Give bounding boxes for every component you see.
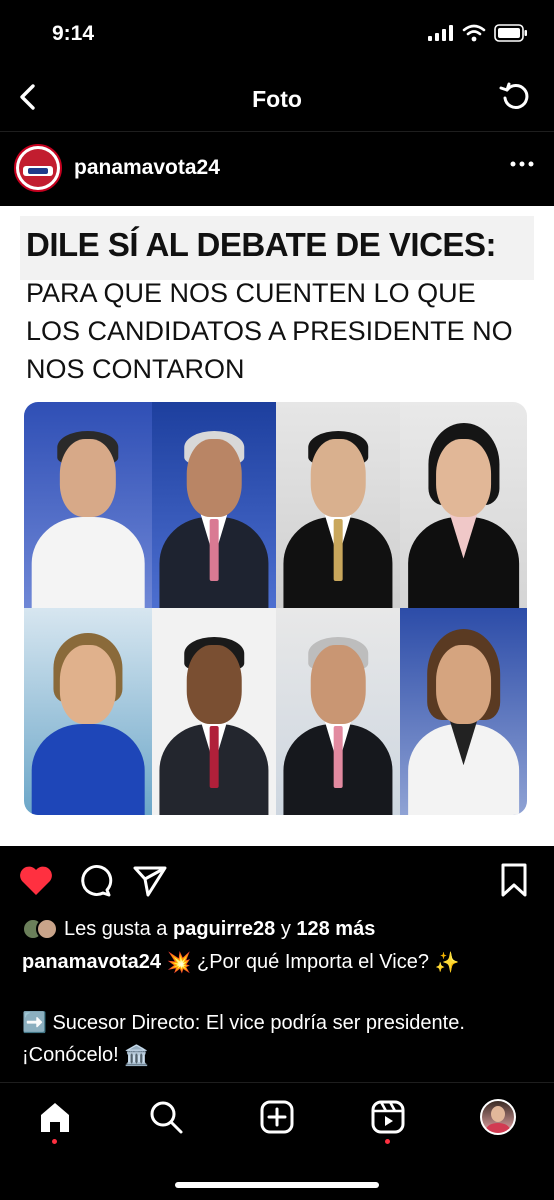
wifi-icon [462,24,486,42]
image-headline: DILE SÍ AL DEBATE DE VICES: [26,226,496,263]
bookmark-icon[interactable] [494,860,534,900]
candidate-photo [152,608,276,815]
candidate-photo [400,608,527,815]
likes-text: Les gusta a paguirre28 y 128 más [64,917,376,940]
caption-body: Sucesor Directo: El vice podría ser pres… [22,1011,465,1067]
home-icon[interactable] [37,1099,73,1135]
image-subline-1: PARA QUE NOS CUENTEN LO QUE [26,278,476,308]
likes-row[interactable]: Les gusta a paguirre28 y 128 más [22,914,375,944]
candidate-photo [24,608,152,815]
post-username[interactable]: panamavota24 [74,156,220,180]
candidate-photo [400,402,527,608]
home-indicator [175,1182,379,1188]
image-subline-2: LOS CANDIDATOS A PRESIDENTE NO [26,316,513,346]
caption-headline: ¿Por qué Importa el Vice? [197,951,429,973]
profile-avatar[interactable] [480,1099,516,1135]
candidate-photo [152,402,276,608]
cellular-signal-icon [428,25,453,41]
collision-emoji: 💥 [166,951,192,974]
likes-count[interactable]: 128 más [296,918,375,940]
candidate-photo [24,402,152,608]
post-header: panamavota24 [0,132,554,206]
candidate-photo [276,402,400,608]
classical-building-emoji: 🏛️ [124,1045,150,1068]
candidate-photo [276,608,400,815]
liker-avatar [36,918,58,940]
post-image[interactable]: DILE SÍ AL DEBATE DE VICES: PARA QUE NOS… [0,206,554,846]
create-post-icon[interactable] [259,1099,295,1135]
share-paper-plane-icon[interactable] [130,860,170,900]
page-title: Foto [252,86,302,112]
heart-filled-icon[interactable] [16,860,56,900]
status-time: 9:14 [52,22,95,45]
more-options-icon[interactable] [508,152,536,176]
battery-icon [494,24,527,42]
account-avatar[interactable] [14,144,62,192]
sparkles-emoji: ✨ [434,951,460,974]
arrow-right-emoji: ➡️ [22,1012,47,1035]
bottom-tab-bar [0,1082,554,1200]
status-bar: 9:14 [0,0,554,62]
caption-author[interactable]: panamavota24 [22,951,161,973]
home-notification-dot [52,1139,57,1144]
image-subline-3: NOS CONTARON [26,354,245,384]
post-caption: panamavota24 💥 ¿Por qué Importa el Vice?… [22,946,536,1072]
comment-icon[interactable] [74,860,114,900]
reels-notification-dot [385,1139,390,1144]
refresh-icon[interactable] [498,80,532,114]
candidate-photo-grid [24,402,527,815]
search-icon[interactable] [148,1099,184,1135]
reels-icon[interactable] [370,1099,406,1135]
avatar-logo [19,149,57,187]
liker-username[interactable]: paguirre28 [173,918,275,940]
nav-bar: Foto [0,62,554,132]
status-icons [428,24,528,42]
post-action-bar [0,846,554,912]
